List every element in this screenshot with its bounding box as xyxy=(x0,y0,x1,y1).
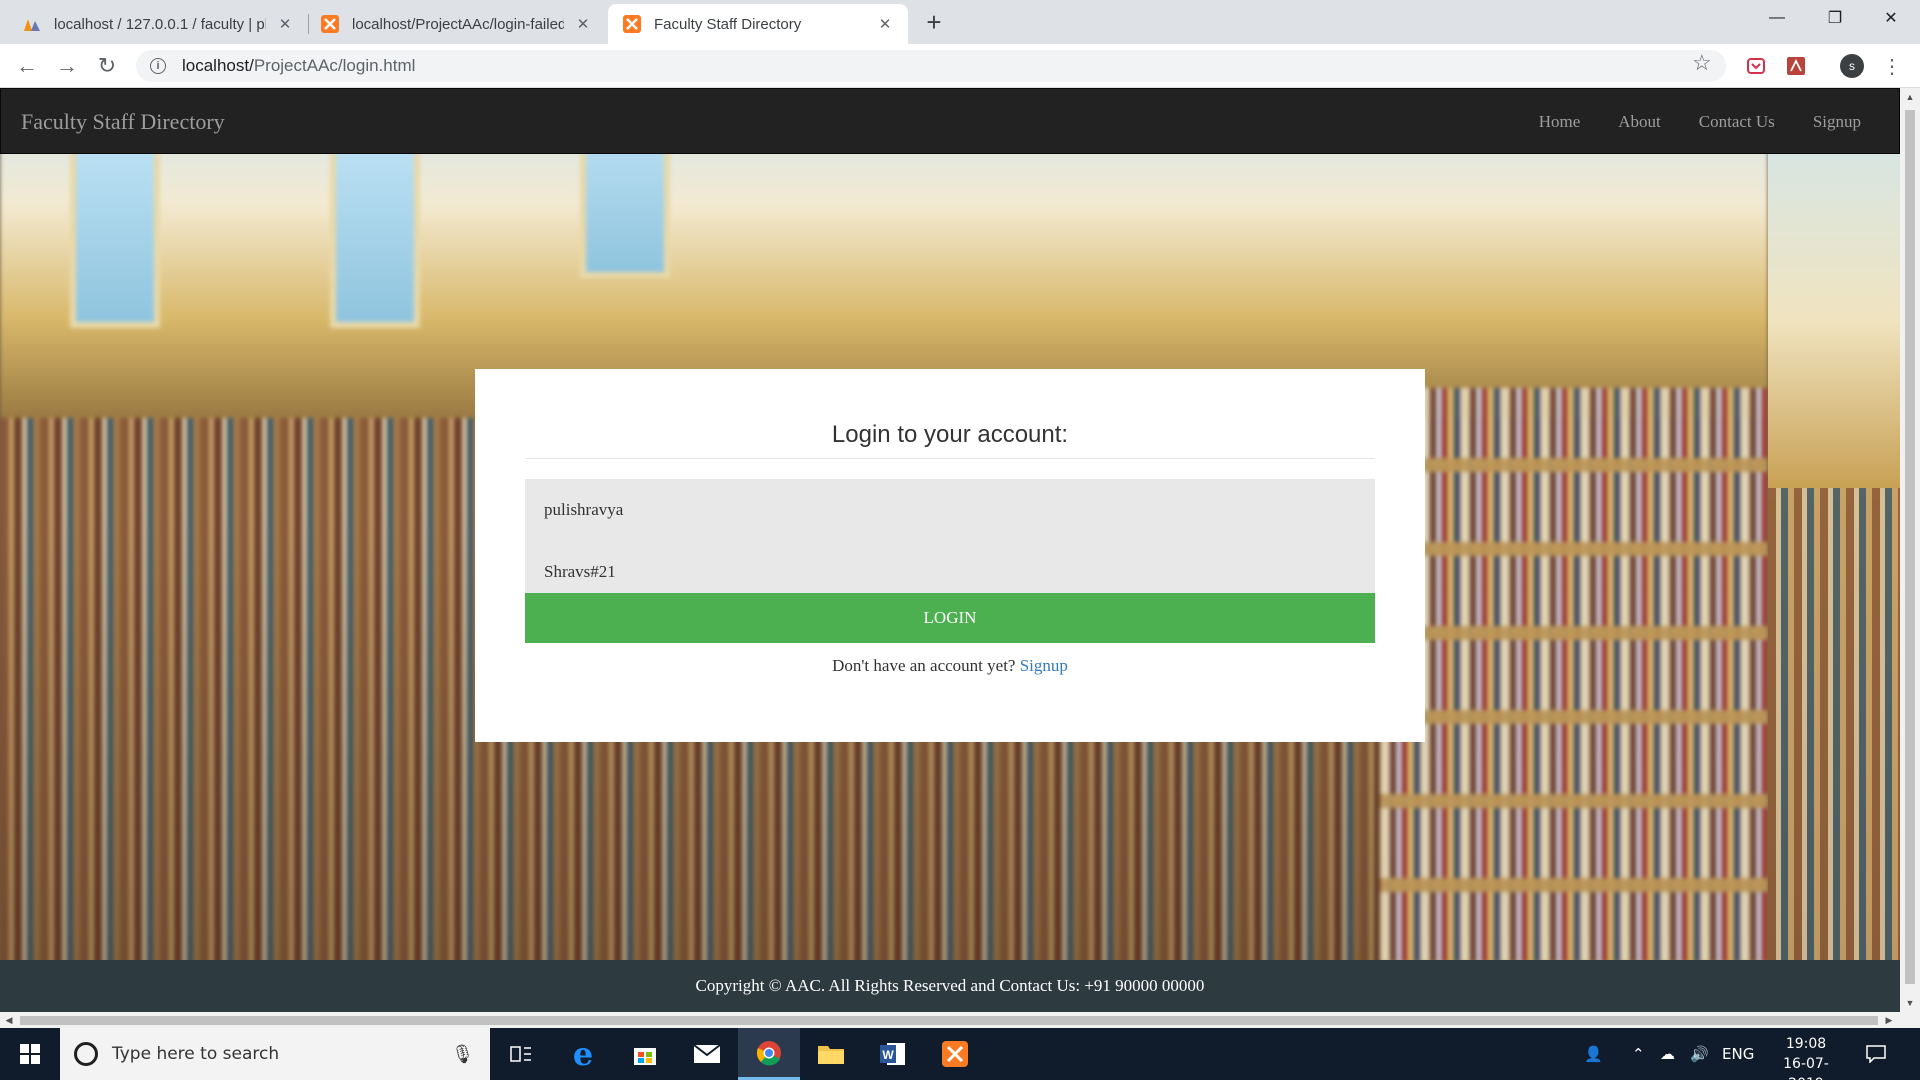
site-navbar: Faculty Staff Directory Home About Conta… xyxy=(0,88,1900,154)
login-card: Login to your account: pulishravya Shrav… xyxy=(475,369,1425,742)
scroll-down-icon[interactable]: ▼ xyxy=(1900,994,1920,1012)
file-explorer-icon[interactable] xyxy=(800,1028,862,1080)
library-window xyxy=(330,128,420,328)
windows-taskbar: Type here to search 🎙 e W 👤 ⌃ ☁ 🔊 ENG 19… xyxy=(0,1028,1920,1080)
library-window xyxy=(70,128,160,328)
volume-icon[interactable]: 🔊 xyxy=(1690,1028,1709,1080)
scrollbar-thumb[interactable] xyxy=(20,1016,1878,1025)
site-footer: Copyright © AAC. All Rights Reserved and… xyxy=(0,960,1900,1012)
address-bar[interactable]: i localhost/ProjectAAc/login.html xyxy=(136,50,1726,82)
pocket-extension-icon[interactable] xyxy=(1744,54,1768,78)
window-close-icon[interactable]: ✕ xyxy=(1862,0,1920,36)
minimize-icon[interactable]: ― xyxy=(1748,0,1806,36)
browser-tab-phpmyadmin[interactable]: localhost / 127.0.0.1 / faculty | ph ✕ xyxy=(8,4,308,44)
library-bookshelf xyxy=(1768,488,1900,1008)
nav-about-link[interactable]: About xyxy=(1618,112,1661,132)
library-background-right xyxy=(1768,88,1900,1012)
clock-time: 19:08 xyxy=(1785,1036,1827,1052)
cortana-icon xyxy=(74,1042,98,1066)
url-path: ProjectAAc/login.html xyxy=(253,56,416,75)
scroll-right-icon[interactable]: ▶ xyxy=(1880,1012,1898,1028)
forward-icon[interactable]: → xyxy=(52,51,82,81)
browser-tab-active[interactable]: Faculty Staff Directory ✕ xyxy=(608,4,908,44)
svg-text:W: W xyxy=(882,1048,894,1062)
site-brand[interactable]: Faculty Staff Directory xyxy=(21,109,225,135)
word-icon[interactable]: W xyxy=(862,1028,924,1080)
login-button[interactable]: LOGIN xyxy=(525,593,1375,643)
browser-toolbar: ← → ↻ i localhost/ProjectAAc/login.html … xyxy=(0,44,1920,88)
library-bookshelf xyxy=(1380,388,1768,1008)
xampp-icon xyxy=(320,14,340,34)
xampp-taskbar-icon[interactable] xyxy=(924,1028,986,1080)
tab-title: localhost / 127.0.0.1 / faculty | ph xyxy=(54,15,266,33)
signup-link[interactable]: Signup xyxy=(1020,656,1068,675)
store-icon[interactable] xyxy=(614,1028,676,1080)
browser-tab-strip: localhost / 127.0.0.1 / faculty | ph ✕ l… xyxy=(0,0,1920,44)
mail-icon[interactable] xyxy=(676,1028,738,1080)
taskbar-search-box[interactable]: Type here to search 🎙 xyxy=(60,1028,490,1080)
edge-browser-icon[interactable]: e xyxy=(552,1028,614,1080)
menu-kebab-icon[interactable]: ⋮ xyxy=(1882,52,1902,80)
microphone-icon[interactable]: 🎙 xyxy=(451,1044,474,1065)
url-host: localhost/ xyxy=(182,56,254,75)
windows-start-icon[interactable] xyxy=(0,1028,60,1080)
heading-divider xyxy=(525,458,1375,459)
back-icon[interactable]: ← xyxy=(12,51,42,81)
system-clock[interactable]: 19:08 16-07-2019 xyxy=(1768,1034,1844,1080)
xampp-icon xyxy=(622,14,642,34)
close-icon[interactable]: ✕ xyxy=(574,15,592,33)
pdf-extension-icon[interactable] xyxy=(1784,54,1808,78)
reload-icon[interactable]: ↻ xyxy=(92,51,122,81)
action-center-icon[interactable] xyxy=(1866,1028,1886,1080)
browser-tab-login-failed[interactable]: localhost/ProjectAAc/login-failed ✕ xyxy=(306,4,606,44)
phpmyadmin-icon xyxy=(22,14,42,34)
scrollbar-thumb[interactable] xyxy=(1905,110,1915,984)
show-hidden-icons[interactable]: ⌃ xyxy=(1632,1028,1645,1080)
profile-avatar[interactable]: s xyxy=(1840,54,1864,78)
scroll-left-icon[interactable]: ◀ xyxy=(0,1012,18,1028)
vertical-scrollbar[interactable]: ▲ ▼ xyxy=(1900,88,1920,1012)
username-field[interactable]: pulishravya xyxy=(525,479,1375,541)
signup-prompt-text: Don't have an account yet? xyxy=(832,656,1016,675)
nav-contact-link[interactable]: Contact Us xyxy=(1699,112,1775,132)
language-indicator[interactable]: ENG xyxy=(1722,1028,1754,1080)
page-viewport: Faculty Staff Directory Home About Conta… xyxy=(0,88,1900,1012)
new-tab-button[interactable]: + xyxy=(920,7,948,37)
people-icon[interactable]: 👤 xyxy=(1584,1028,1603,1080)
info-icon[interactable]: i xyxy=(150,58,166,74)
horizontal-scrollbar[interactable]: ◀ ▶ xyxy=(0,1012,1920,1028)
tab-title: Faculty Staff Directory xyxy=(654,15,802,33)
onedrive-icon[interactable]: ☁ xyxy=(1660,1028,1675,1080)
url-text[interactable]: localhost/ProjectAAc/login.html xyxy=(182,56,415,76)
scroll-up-icon[interactable]: ▲ xyxy=(1900,88,1920,106)
bookmark-star-icon[interactable]: ☆ xyxy=(1692,50,1712,76)
nav-home-link[interactable]: Home xyxy=(1539,112,1581,132)
chrome-icon[interactable] xyxy=(738,1028,800,1080)
nav-links: Home About Contact Us Signup xyxy=(1501,89,1861,155)
clock-date: 16-07-2019 xyxy=(1783,1056,1829,1080)
task-view-icon[interactable] xyxy=(490,1028,552,1080)
login-heading: Login to your account: xyxy=(831,421,1069,448)
nav-signup-link[interactable]: Signup xyxy=(1813,112,1861,132)
close-icon[interactable]: ✕ xyxy=(876,15,894,33)
search-placeholder: Type here to search xyxy=(112,1044,280,1064)
tab-title: localhost/ProjectAAc/login-failed xyxy=(352,15,564,33)
close-icon[interactable]: ✕ xyxy=(276,15,294,33)
signup-prompt: Don't have an account yet? Signup xyxy=(525,656,1375,676)
restore-icon[interactable]: ❐ xyxy=(1806,0,1864,36)
